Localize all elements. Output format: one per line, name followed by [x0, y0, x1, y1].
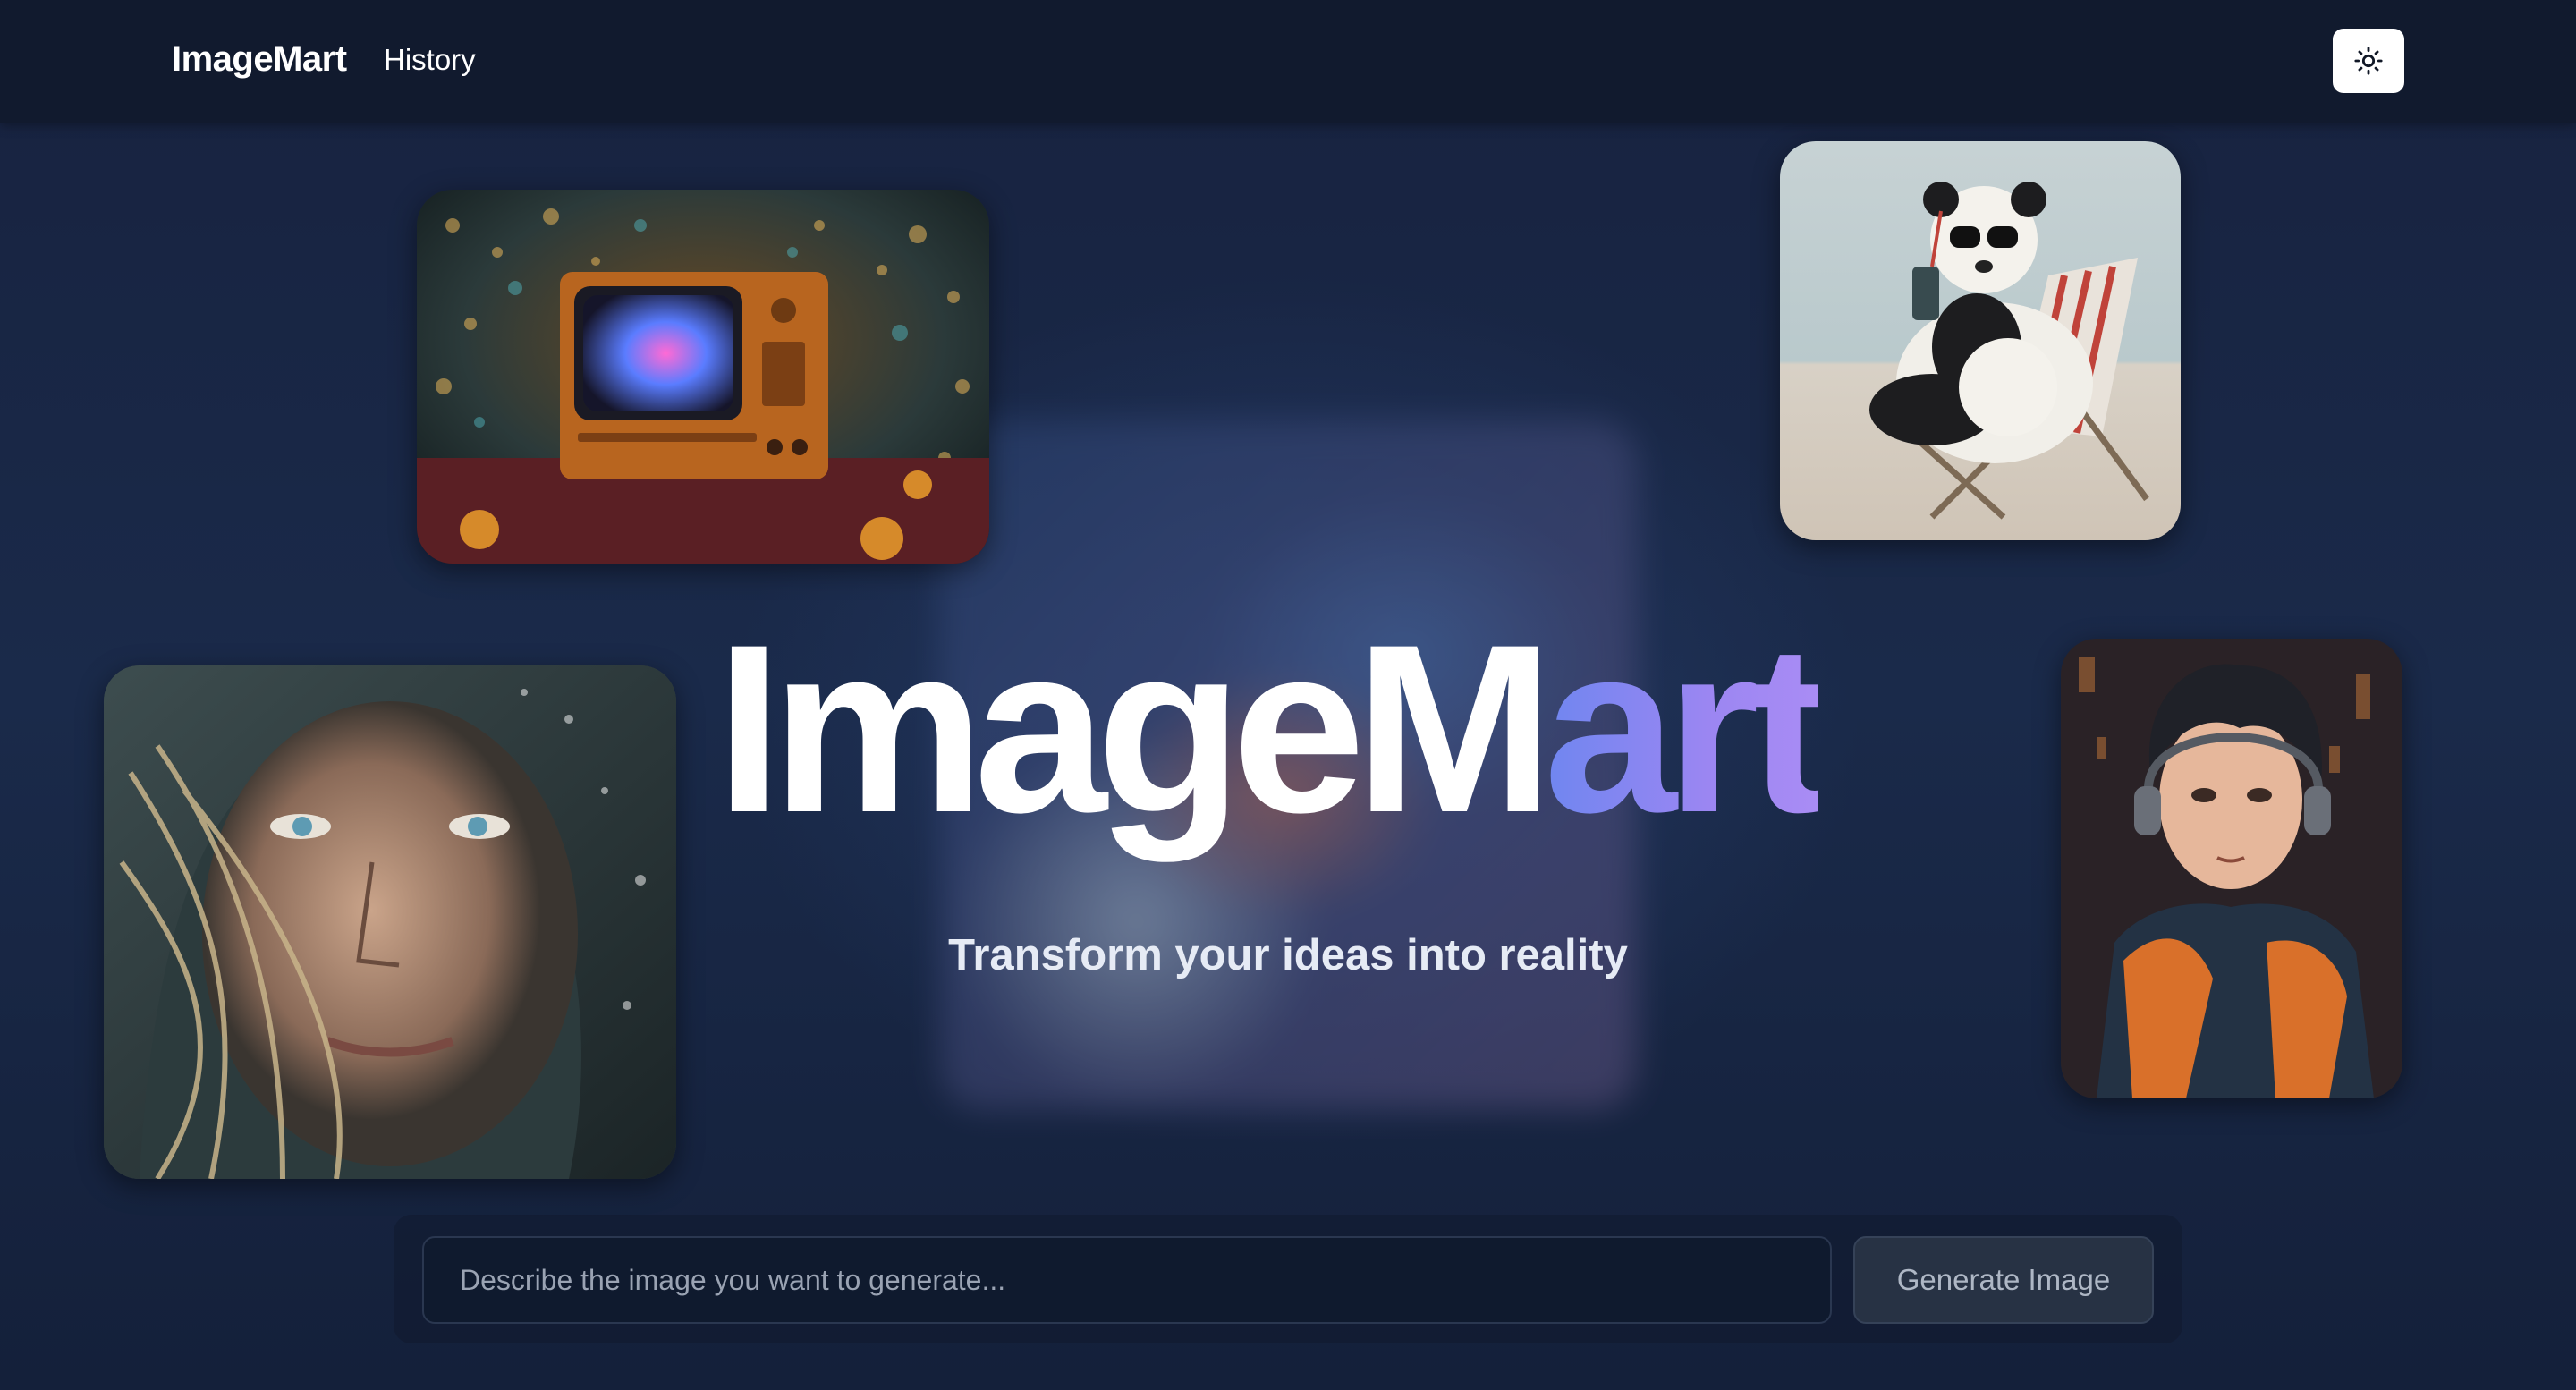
theme-toggle-button[interactable] [2333, 29, 2404, 93]
page: ImageMart History ImageMart Transform yo… [0, 0, 2576, 1390]
brand-logo[interactable]: ImageMart [172, 39, 347, 80]
hooded-woman-portrait-image [104, 665, 676, 1179]
prompt-input[interactable] [422, 1236, 1832, 1324]
hero-subtitle: Transform your ideas into reality [948, 931, 1628, 979]
nav-history-link[interactable]: History [384, 43, 476, 77]
panda-beach-chair-image [1780, 141, 2181, 540]
generate-image-button[interactable]: Generate Image [1853, 1236, 2154, 1324]
hero-title-main: ImageM [716, 594, 1555, 862]
anime-headphones-image [2061, 639, 2402, 1098]
sun-icon [2354, 47, 2383, 75]
hero-title: ImageMart [716, 608, 1878, 848]
hero-title-accent: art [1543, 594, 1829, 862]
retro-tv-image [417, 190, 989, 564]
top-navbar: ImageMart History [0, 0, 2576, 123]
